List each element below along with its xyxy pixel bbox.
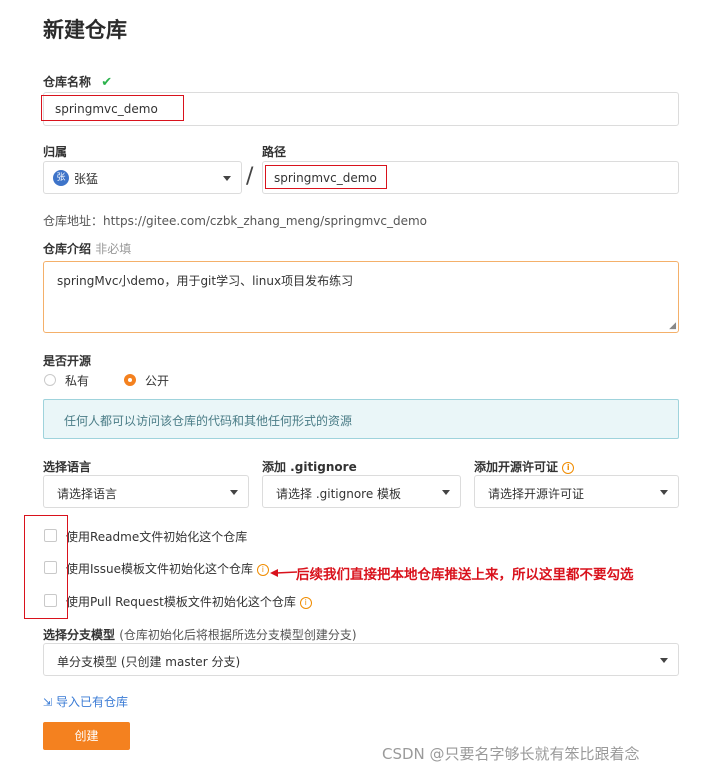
radio-private-label: 私有 xyxy=(65,374,90,388)
path-label: 路径 xyxy=(262,145,287,159)
license-select[interactable]: 请选择开源许可证 xyxy=(474,475,679,508)
language-label: 选择语言 xyxy=(43,460,92,474)
pr-option-label: 使用Pull Request模板文件初始化这个仓库 i xyxy=(66,593,312,610)
repo-url-text: 仓库地址：https://gitee.com/czbk_zhang_meng/s… xyxy=(43,214,427,228)
visibility-label: 是否开源 xyxy=(43,354,92,368)
language-placeholder: 请选择语言 xyxy=(57,487,118,501)
branch-model-select[interactable]: 单分支模型 (只创建 master 分支) xyxy=(43,643,679,676)
chevron-down-icon xyxy=(660,657,668,663)
create-button[interactable]: 创建 xyxy=(43,722,130,750)
owner-select[interactable]: 张 张猛 xyxy=(43,161,242,194)
check-icon: ✔ xyxy=(101,75,113,90)
repo-name-value: springmvc_demo xyxy=(55,102,158,116)
branch-model-label: 选择分支模型 (仓库初始化后将根据所选分支模型创建分支) xyxy=(43,628,357,642)
annotation-text: 后续我们直接把本地仓库推送上来，所以这里都不要勾选 xyxy=(296,567,634,583)
gitignore-label: 添加 .gitignore xyxy=(262,460,357,474)
chevron-down-icon xyxy=(442,489,450,495)
radio-private[interactable] xyxy=(44,374,56,386)
resize-handle-icon[interactable]: ◢ xyxy=(669,322,676,331)
owner-label: 归属 xyxy=(43,145,68,159)
gitignore-select[interactable]: 请选择 .gitignore 模板 xyxy=(262,475,461,508)
path-value: springmvc_demo xyxy=(274,171,377,185)
path-separator: / xyxy=(246,164,254,189)
annotation-box-checkboxes xyxy=(24,515,68,619)
page-title: 新建仓库 xyxy=(43,18,127,42)
avatar: 张 xyxy=(53,170,69,186)
language-select[interactable]: 请选择语言 xyxy=(43,475,249,508)
visibility-notice-text: 任何人都可以访问该仓库的代码和其他任何形式的资源 xyxy=(64,414,353,428)
owner-value: 张猛 xyxy=(74,172,99,186)
license-placeholder: 请选择开源许可证 xyxy=(488,487,585,501)
radio-public-label: 公开 xyxy=(145,374,170,388)
license-label: 添加开源许可证 i xyxy=(474,458,575,475)
import-repo-link[interactable]: ⇲ 导入已有仓库 xyxy=(43,693,128,710)
import-icon: ⇲ xyxy=(43,696,53,709)
branch-model-value: 单分支模型 (只创建 master 分支) xyxy=(57,655,241,669)
info-icon: i xyxy=(256,563,269,576)
chevron-down-icon xyxy=(223,175,231,181)
watermark-text: CSDN @只要名字够长就有笨比跟着念 xyxy=(382,745,640,763)
description-label: 仓库介绍 非必填 xyxy=(43,242,132,256)
description-value: springMvc小demo，用于git学习、linux项目发布练习 xyxy=(57,274,354,288)
info-icon: i xyxy=(299,596,312,609)
annotation-arrow-icon xyxy=(270,569,298,577)
info-icon: i xyxy=(562,461,575,474)
chevron-down-icon xyxy=(660,489,668,495)
chevron-down-icon xyxy=(230,489,238,495)
issue-option-label: 使用Issue模板文件初始化这个仓库 i xyxy=(66,560,269,577)
description-textarea[interactable]: springMvc小demo，用于git学习、linux项目发布练习 ◢ xyxy=(43,261,679,333)
repo-name-label: 仓库名称 ✔ xyxy=(43,75,113,90)
readme-option-label: 使用Readme文件初始化这个仓库 xyxy=(66,530,248,544)
gitignore-placeholder: 请选择 .gitignore 模板 xyxy=(276,487,402,501)
radio-public[interactable] xyxy=(124,374,136,386)
visibility-notice: 任何人都可以访问该仓库的代码和其他任何形式的资源 xyxy=(43,399,679,439)
